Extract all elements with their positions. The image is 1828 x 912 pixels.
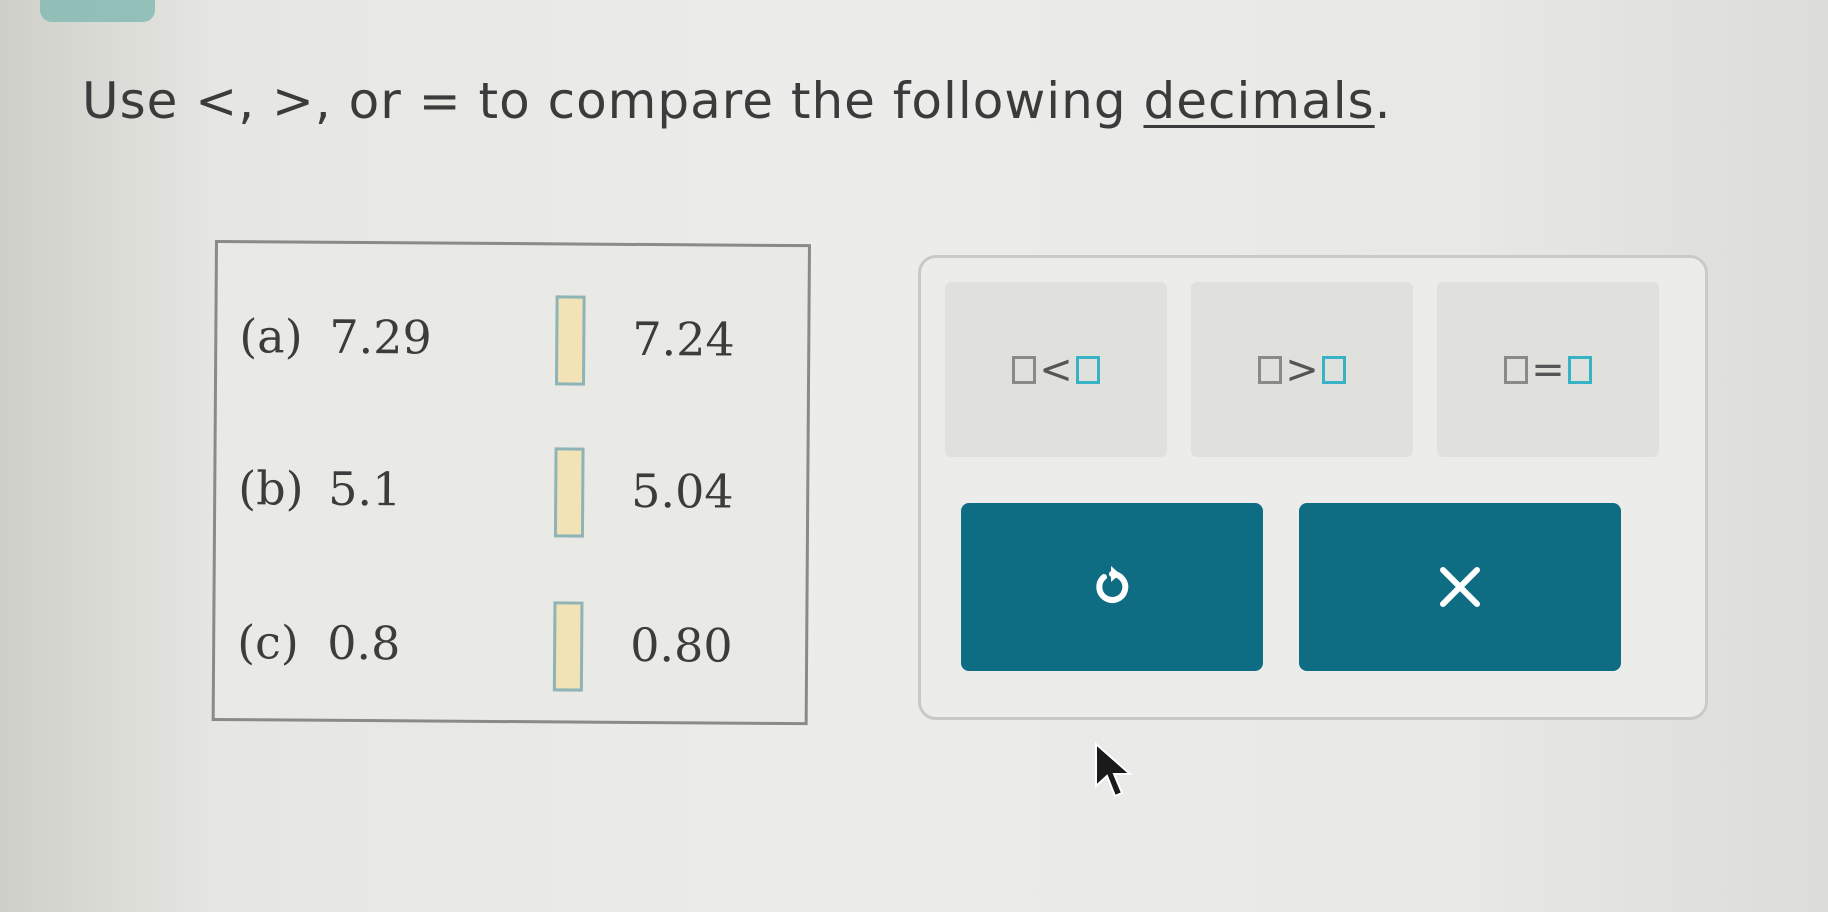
equals-button[interactable]: = xyxy=(1437,282,1659,457)
problem-right-number: 7.24 xyxy=(632,311,735,367)
instruction-prefix: Use <, >, or = to compare the following xyxy=(82,72,1144,130)
problem-left-number: 7.29 xyxy=(329,309,432,365)
close-icon xyxy=(1440,567,1480,607)
instruction-suffix: . xyxy=(1374,72,1392,130)
problem-label: (b) xyxy=(238,461,304,516)
answer-slot-a[interactable] xyxy=(554,295,586,386)
greater-than-symbol: > xyxy=(1285,346,1319,393)
problem-right-number: 5.04 xyxy=(631,463,734,519)
clear-button[interactable] xyxy=(1299,503,1621,671)
placeholder-box-icon xyxy=(1075,355,1100,384)
top-tab xyxy=(40,0,155,22)
answer-slot-b[interactable] xyxy=(553,447,585,538)
less-than-symbol: < xyxy=(1039,346,1073,393)
undo-icon xyxy=(1096,566,1129,603)
problem-label: (c) xyxy=(237,615,300,670)
decimals-link[interactable]: decimals xyxy=(1143,72,1374,130)
less-than-button[interactable]: < xyxy=(945,282,1167,457)
placeholder-box-icon xyxy=(1504,355,1529,384)
placeholder-box-icon xyxy=(1258,355,1283,384)
problem-left-number: 5.1 xyxy=(328,461,402,517)
answer-slot-c[interactable] xyxy=(552,601,584,692)
undo-button[interactable] xyxy=(961,503,1263,671)
greater-than-button[interactable]: > xyxy=(1191,282,1413,457)
answer-palette: < > = xyxy=(918,255,1708,720)
placeholder-box-icon xyxy=(1567,355,1592,384)
instruction-text: Use <, >, or = to compare the following … xyxy=(82,72,1392,130)
placeholder-box-icon xyxy=(1321,355,1346,384)
problem-right-number: 0.80 xyxy=(629,617,733,673)
placeholder-box-icon xyxy=(1012,355,1037,384)
problem-label: (a) xyxy=(239,309,303,364)
mouse-cursor-icon xyxy=(1095,741,1133,798)
equals-symbol: = xyxy=(1531,346,1565,393)
problems-box: (a) 7.29 7.24 (b) 5.1 5.04 (c) 0.8 0.80 xyxy=(211,240,811,726)
problem-left-number: 0.8 xyxy=(327,615,401,671)
